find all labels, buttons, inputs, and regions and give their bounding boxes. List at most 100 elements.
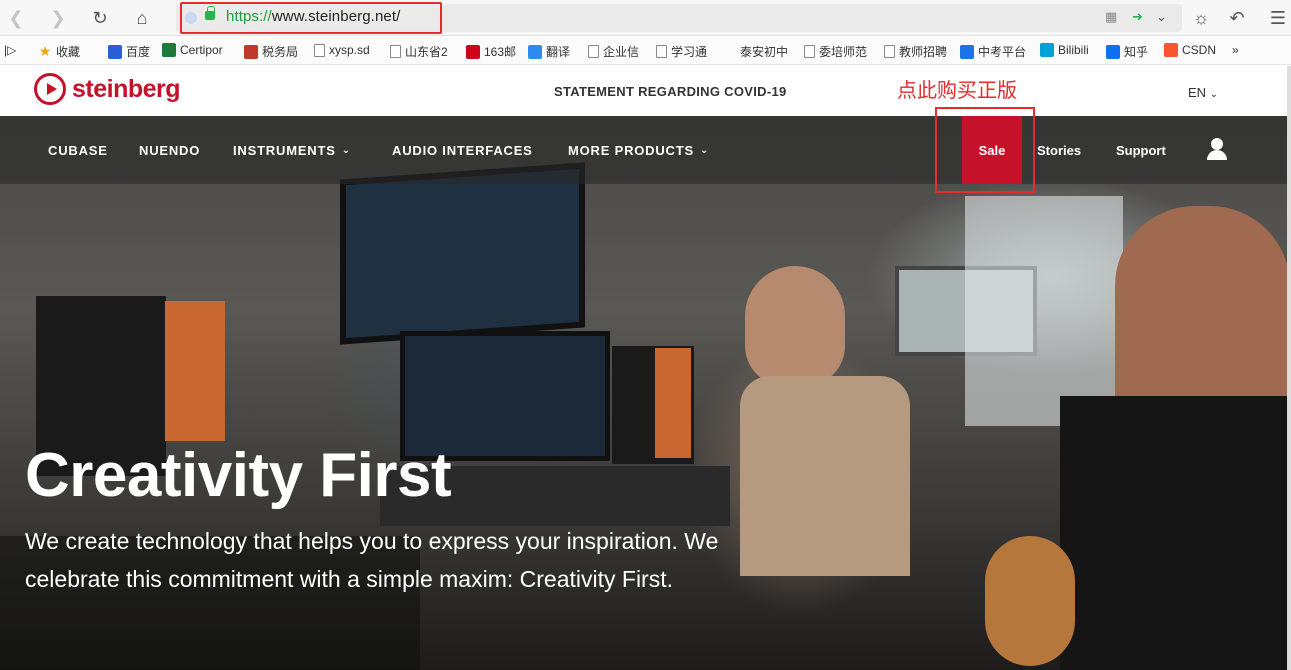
support-link[interactable]: Support xyxy=(1116,143,1166,158)
bookmark-item[interactable]: 中考平台 xyxy=(960,43,1026,60)
page-icon xyxy=(390,45,401,58)
stories-link[interactable]: Stories xyxy=(1037,143,1081,158)
bookmark-label: 百度 xyxy=(126,45,151,59)
nav-item-label: CUBASE xyxy=(48,143,108,158)
page-icon xyxy=(656,45,667,58)
star-icon: ★ xyxy=(38,43,52,59)
translate-icon xyxy=(528,44,542,59)
person-woman xyxy=(745,266,845,386)
back-icon[interactable]: ❮ xyxy=(4,6,28,30)
nav-item-label: MORE PRODUCTS xyxy=(568,143,694,158)
page-icon xyxy=(804,45,815,58)
bilibili-icon xyxy=(1040,43,1054,57)
language-selector[interactable]: EN ⌄ xyxy=(1188,85,1218,100)
mail-163-icon xyxy=(466,44,480,59)
bookmark-label: 企业信 xyxy=(603,45,640,59)
person-man-shirt xyxy=(1060,396,1287,670)
zhihu-icon xyxy=(1106,44,1120,59)
address-dropdown-icon[interactable]: ⌄ xyxy=(1156,9,1167,25)
baidu-icon xyxy=(108,44,122,59)
bookmark-label: xysp.sd xyxy=(329,43,370,57)
annotation-buy-text: 点此购买正版 xyxy=(897,80,1017,102)
nav-item-nuendo[interactable]: NUENDO xyxy=(139,143,200,158)
bookmark-item[interactable]: 泰安初中 xyxy=(740,43,788,60)
bookmark-item[interactable]: Bilibili xyxy=(1040,43,1089,57)
speed-icon[interactable]: ➜ xyxy=(1132,9,1143,25)
nav-item-cubase[interactable]: CUBASE xyxy=(48,143,108,158)
bookmark-label: 收藏 xyxy=(56,45,81,59)
undo-icon[interactable]: ↶ xyxy=(1225,6,1249,30)
bookmark-item[interactable]: 山东省2 xyxy=(390,43,448,60)
nav-item-more-products[interactable]: MORE PRODUCTS ⌄ xyxy=(568,143,709,158)
bookmark-label: 教师招聘 xyxy=(899,45,948,59)
bookmark-item[interactable]: xysp.sd xyxy=(314,43,370,57)
bookmark-label: 中考平台 xyxy=(978,45,1027,59)
tax-icon xyxy=(244,44,258,59)
page-icon xyxy=(588,45,599,58)
bookmarks-more-button[interactable]: » xyxy=(1232,43,1239,57)
bookmark-label: CSDN xyxy=(1182,43,1217,57)
bookmark-label: 知乎 xyxy=(1124,45,1149,59)
speaker-panel xyxy=(655,348,691,458)
steinberg-logo-icon xyxy=(34,73,66,105)
covid-statement-link[interactable]: STATEMENT REGARDING COVID-19 xyxy=(554,84,787,99)
bookmarks-bar: |▷ ★ 收藏 百度 Certipor 税务局 xysp.sd 山东省2 163邮 翻译 企业信 学… xyxy=(0,37,1291,65)
browser-toolbar: ❮ ❯ ↻ ⌂ https://www.steinberg.net/ ▦ ➜ ⌄… xyxy=(0,0,1291,36)
bookmark-item[interactable]: 企业信 xyxy=(588,43,639,60)
steinberg-logo[interactable]: steinberg xyxy=(34,73,181,105)
bookmark-item[interactable]: 税务局 xyxy=(244,43,298,60)
hero-subtitle: We create technology that helps you to e… xyxy=(25,528,719,592)
page-icon xyxy=(884,45,895,58)
nav-item-label: AUDIO INTERFACES xyxy=(392,143,533,158)
edu-icon xyxy=(960,44,974,59)
bookmark-item[interactable]: 教师招聘 xyxy=(884,43,947,60)
nav-item-audio-interfaces[interactable]: AUDIO INTERFACES xyxy=(392,143,533,158)
bookmark-label: Bilibili xyxy=(1058,43,1089,57)
language-label: EN xyxy=(1188,85,1207,100)
brightness-icon[interactable]: ☼ xyxy=(1189,6,1213,30)
bookmark-item[interactable]: 翻译 xyxy=(528,43,570,60)
bookmark-item[interactable]: Certipor xyxy=(162,43,223,57)
hero-title: Creativity First xyxy=(25,441,452,510)
bookmark-item[interactable]: 委培师范 xyxy=(804,43,867,60)
annotation-url-highlight xyxy=(180,2,442,34)
bookmark-label: 翻译 xyxy=(546,45,571,59)
chevron-down-icon: ⌄ xyxy=(699,145,710,156)
reload-icon[interactable]: ↻ xyxy=(88,6,112,30)
page-icon xyxy=(314,43,325,57)
person-woman-shirt xyxy=(740,376,910,576)
bookmark-label: 山东省2 xyxy=(405,45,448,59)
bookmark-item[interactable]: 知乎 xyxy=(1106,43,1148,60)
logo-text: steinberg xyxy=(72,74,181,103)
studio-monitor-screen xyxy=(340,162,585,345)
home-icon[interactable]: ⌂ xyxy=(130,6,154,30)
bookmark-label: Certipor xyxy=(180,43,223,57)
bookmark-label: 163邮 xyxy=(484,45,517,59)
nav-item-label: NUENDO xyxy=(139,143,201,158)
menu-icon[interactable]: ☰ xyxy=(1266,6,1290,30)
csdn-icon xyxy=(1164,43,1178,57)
qr-icon[interactable]: ▦ xyxy=(1105,9,1117,25)
certiport-icon xyxy=(162,43,176,57)
bookmark-item[interactable]: CSDN xyxy=(1164,43,1216,57)
bookmark-label: 税务局 xyxy=(262,45,299,59)
bookmark-item[interactable]: 百度 xyxy=(108,43,150,60)
bookmark-item[interactable]: ★ 收藏 xyxy=(38,43,80,60)
sidebar-toggle-icon[interactable]: |▷ xyxy=(4,43,16,57)
bookmark-label: 泰安初中 xyxy=(740,45,789,59)
chevron-down-icon: ⌄ xyxy=(1209,89,1219,100)
annotation-sale-highlight xyxy=(935,107,1035,193)
nav-item-instruments[interactable]: INSTRUMENTS ⌄ xyxy=(233,143,351,158)
window-light xyxy=(965,196,1123,426)
chevron-down-icon: ⌄ xyxy=(341,145,351,156)
bookmark-item[interactable]: 学习通 xyxy=(656,43,707,60)
bookmark-label: 委培师范 xyxy=(819,45,868,59)
bookmark-label: 学习通 xyxy=(671,45,708,59)
forward-icon[interactable]: ❯ xyxy=(46,6,70,30)
bookmark-item[interactable]: 163邮 xyxy=(466,43,516,60)
user-account-icon[interactable] xyxy=(1206,138,1228,162)
nav-item-label: INSTRUMENTS xyxy=(233,143,336,158)
guitar xyxy=(985,536,1075,666)
page-scrollbar[interactable] xyxy=(1287,66,1291,670)
speaker-panel xyxy=(165,301,225,441)
